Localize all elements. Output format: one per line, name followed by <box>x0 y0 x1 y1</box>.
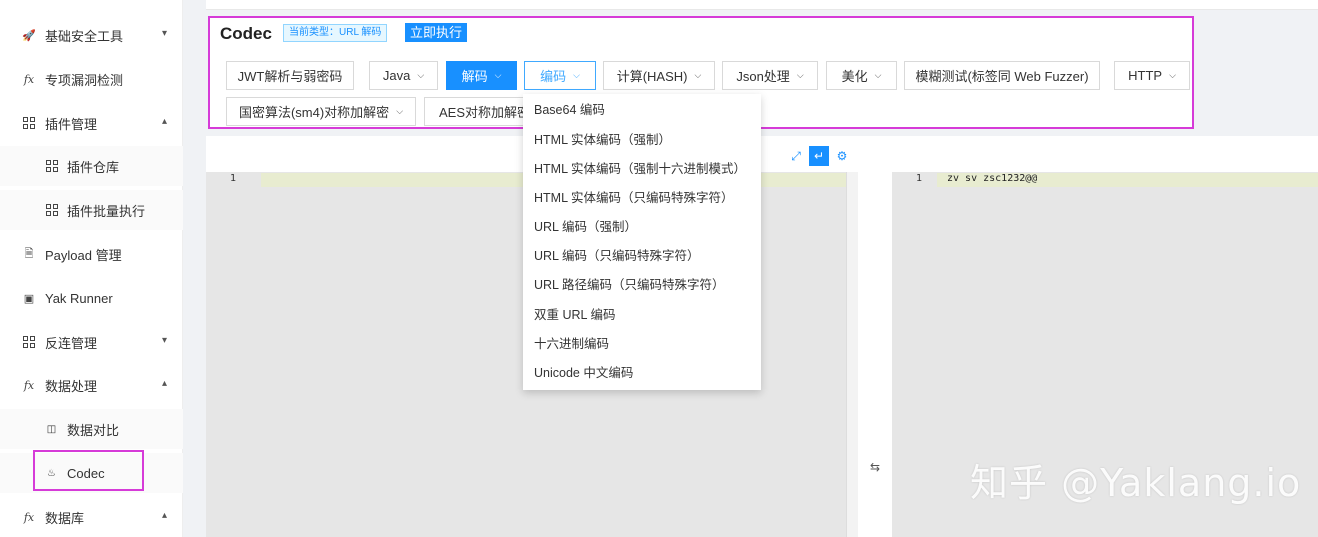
fx-icon: fx <box>23 72 35 86</box>
dropdown-item[interactable]: HTML 实体编码（只编码特殊字符） <box>523 182 761 211</box>
dropdown-item[interactable]: URL 编码（只编码特殊字符） <box>523 240 761 269</box>
sidebar-item-label: 数据对比 <box>67 422 120 438</box>
jwt-button[interactable]: JWT解析与弱密码 <box>226 61 354 90</box>
dropdown-item[interactable]: URL 编码（强制） <box>523 211 761 240</box>
button-label: 美化 <box>841 69 868 84</box>
chevron-down-icon: ⌵ <box>874 70 882 80</box>
grid-icon <box>22 116 36 130</box>
rocket-icon: 🚀 <box>22 29 36 42</box>
sidebar-item-label: 数据库 <box>45 510 85 526</box>
dropdown-item[interactable]: HTML 实体编码（强制十六进制模式） <box>523 153 761 182</box>
chevron-down-icon: ▾ <box>161 335 167 346</box>
terminal-icon: ▣ <box>23 292 35 305</box>
watermark: 知乎 @Yaklang.io <box>970 461 1302 505</box>
grid-icon <box>45 204 58 217</box>
sidebar-item-label: 反连管理 <box>45 335 98 351</box>
button-label: Java <box>382 68 411 83</box>
grid-icon <box>22 335 36 349</box>
document-icon: 🗎 <box>24 247 34 260</box>
button-label: 国密算法(sm4)对称加解密 <box>238 105 390 120</box>
hash-button[interactable]: 计算(HASH) ⌵ <box>603 61 715 90</box>
chevron-down-icon: ⌵ <box>396 106 404 116</box>
sidebar-item-label: Yak Runner <box>45 290 113 306</box>
dropdown-item[interactable]: Unicode 中文编码 <box>523 357 761 386</box>
sidebar-item-label: 插件批量执行 <box>67 203 146 219</box>
page-title: Codec <box>220 24 272 43</box>
button-label: 编码 <box>540 69 567 84</box>
sidebar-item-label: 专项漏洞检测 <box>45 72 124 88</box>
dropdown-item[interactable]: 双重 URL 编码 <box>523 299 761 328</box>
swap-column: ⇆ <box>858 136 892 537</box>
chevron-down-icon: ⌵ <box>1169 70 1176 80</box>
button-label: AES对称加解密 <box>439 105 531 120</box>
dropdown-item[interactable]: URL 路径编码（只编码特殊字符） <box>523 269 761 298</box>
compare-icon: ◫ <box>46 423 57 435</box>
java-button[interactable]: Java ⌵ <box>369 61 438 90</box>
settings-icon[interactable]: ⚙ <box>832 146 852 166</box>
chevron-up-icon: ▴ <box>161 510 167 521</box>
sm4-button[interactable]: 国密算法(sm4)对称加解密 ⌵ <box>226 97 416 126</box>
run-now-button[interactable]: 立即执行 <box>405 23 468 42</box>
sidebar-item-data-process[interactable]: fx 数据处理 ▴ <box>0 365 183 405</box>
sidebar-item-database[interactable]: fx 数据库 ▴ <box>0 497 183 537</box>
sidebar-item-label: 基础安全工具 <box>45 28 124 44</box>
line-number: 1 <box>230 173 237 184</box>
chevron-up-icon: ▴ <box>161 116 167 127</box>
beautify-button[interactable]: 美化 ⌵ <box>826 61 897 90</box>
chevron-down-icon: ⌵ <box>417 70 425 80</box>
vertical-scrollbar[interactable] <box>846 172 858 537</box>
button-label: Json处理 <box>736 69 790 84</box>
sidebar-item-plugin-store[interactable]: 插件仓库 <box>0 146 183 186</box>
http-button[interactable]: HTTP ⌵ <box>1114 61 1190 90</box>
button-label: JWT解析与弱密码 <box>237 69 343 84</box>
dropdown-item[interactable]: HTML 实体编码（强制） <box>523 124 761 153</box>
sidebar-item-payload[interactable]: 🗎 Payload 管理 <box>0 234 183 274</box>
sidebar-item-plugin-batch[interactable]: 插件批量执行 <box>0 190 183 230</box>
output-text: zv sv zsc1232@@ <box>947 173 1038 184</box>
line-number: 1 <box>916 173 923 184</box>
button-label: HTTP <box>1128 68 1163 83</box>
sidebar-item-data-compare[interactable]: ◫ 数据对比 <box>0 409 183 449</box>
grid-icon <box>45 160 58 173</box>
output-editor-header <box>892 136 1318 172</box>
chevron-down-icon: ⌵ <box>796 70 804 80</box>
chevron-up-icon: ▴ <box>161 378 167 389</box>
decode-button[interactable]: 解码 ⌵ <box>446 61 517 90</box>
chevron-down-icon: ⌵ <box>494 70 502 80</box>
button-label: 计算(HASH) <box>616 69 688 84</box>
button-label: 解码 <box>461 69 488 84</box>
chevron-down-icon: ⌵ <box>573 70 580 80</box>
fx-icon: fx <box>23 510 35 524</box>
button-label: 模糊测试(标签同 Web Fuzzer) <box>915 69 1089 84</box>
current-type-badge: 当前类型：URL 解码 <box>283 24 388 42</box>
encode-dropdown-menu: Base64 编码 HTML 实体编码（强制） HTML 实体编码（强制十六进制… <box>523 94 761 390</box>
dropdown-item[interactable]: 十六进制编码 <box>523 328 761 357</box>
encode-button[interactable]: 编码 ⌵ <box>524 61 596 90</box>
json-button[interactable]: Json处理 ⌵ <box>722 61 818 90</box>
sidebar-item-label: 插件管理 <box>45 116 98 132</box>
sidebar-item-label: 数据处理 <box>45 378 98 394</box>
sidebar-item-label: 插件仓库 <box>67 159 120 175</box>
top-bar <box>206 0 1318 10</box>
wrap-icon[interactable]: ↵ <box>809 146 829 166</box>
fuzz-test-button[interactable]: 模糊测试(标签同 Web Fuzzer) <box>904 61 1100 90</box>
swap-icon[interactable]: ⇆ <box>870 460 880 474</box>
chevron-down-icon: ▾ <box>161 28 167 39</box>
sidebar-item-yak-runner[interactable]: ▣ Yak Runner <box>0 278 183 318</box>
sidebar-item-reverse[interactable]: 反连管理 ▾ <box>0 322 183 362</box>
chevron-down-icon: ⌵ <box>694 70 702 80</box>
fx-icon: fx <box>23 378 35 392</box>
codec-highlight-box <box>33 450 144 491</box>
expand-icon[interactable]: ⤢ <box>786 146 806 166</box>
sidebar-item-basic-tools[interactable]: 🚀 基础安全工具 ▾ <box>0 15 183 55</box>
sidebar-item-label: Payload 管理 <box>45 247 122 263</box>
dropdown-item[interactable]: Base64 编码 <box>523 94 761 123</box>
sidebar-item-vuln-detect[interactable]: fx 专项漏洞检测 <box>0 59 183 99</box>
sidebar-item-plugin-manage[interactable]: 插件管理 ▴ <box>0 103 183 143</box>
